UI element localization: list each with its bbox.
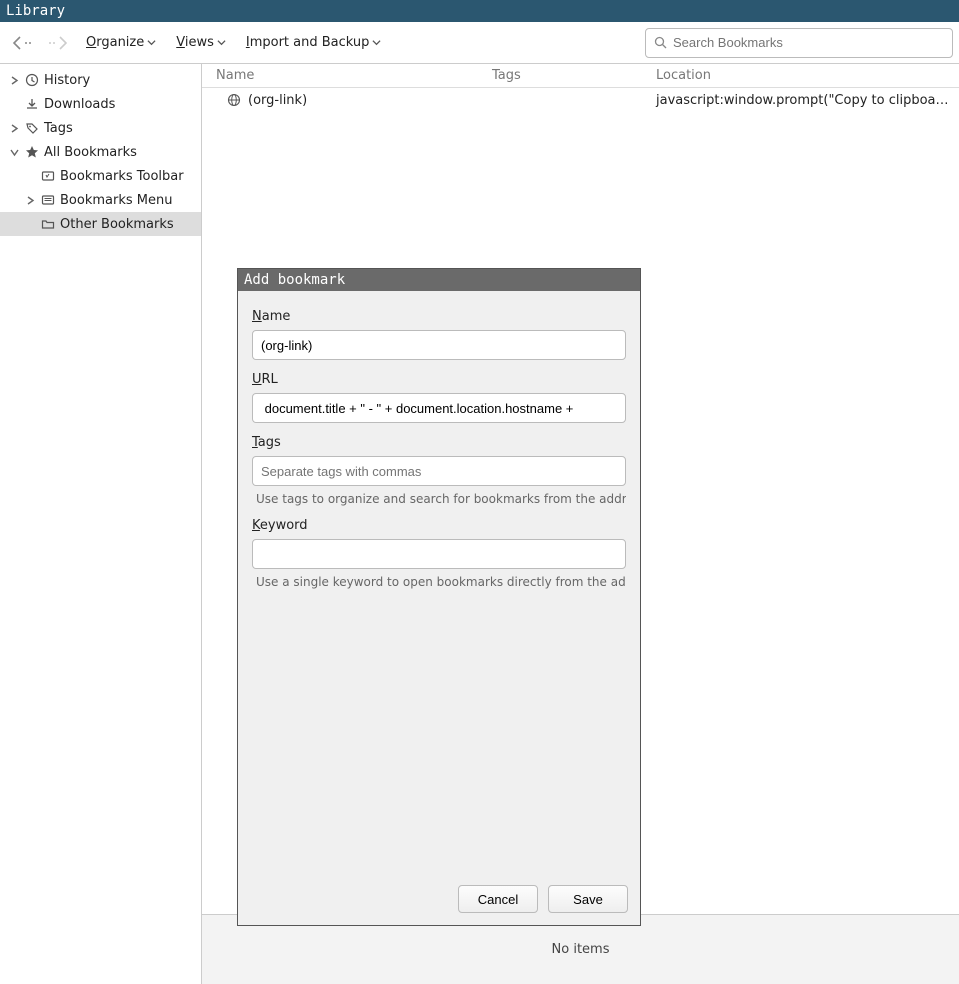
tags-field[interactable] [252,456,626,486]
clock-icon [24,72,40,88]
sidebar-item-label: Bookmarks Toolbar [60,169,184,184]
keyword-label: Keyword [252,518,626,533]
cancel-button[interactable]: Cancel [458,885,538,913]
star-icon [24,144,40,160]
tags-hint: Use tags to organize and search for book… [252,492,626,506]
sidebar-item-history[interactable]: History [0,68,201,92]
forward-button[interactable] [42,29,74,57]
search-box[interactable] [645,28,953,58]
sidebar-item-bookmarks-toolbar[interactable]: Bookmarks Toolbar [0,164,201,188]
collapse-icon[interactable] [8,148,20,157]
views-menu[interactable]: Views [168,31,234,54]
sidebar-item-label: History [44,73,90,88]
sidebar-item-tags[interactable]: Tags [0,116,201,140]
expand-icon[interactable] [8,124,20,133]
name-field[interactable] [252,330,626,360]
content-area: Name Tags Location (org-link) javascript… [202,64,959,984]
folder-icon [40,216,56,232]
window-titlebar: Library [0,0,959,22]
column-headers: Name Tags Location [202,64,959,88]
row-location: javascript:window.prompt("Copy to clipbo… [642,93,959,108]
row-name: (org-link) [248,93,307,108]
window-title: Library [6,3,65,19]
table-row[interactable]: (org-link) javascript:window.prompt("Cop… [202,88,959,112]
status-text: No items [552,942,610,957]
back-button[interactable] [6,29,38,57]
tags-label: Tags [252,435,626,450]
globe-icon [226,92,242,108]
column-header-name[interactable]: Name [202,68,492,83]
expand-icon[interactable] [24,196,36,205]
column-header-location[interactable]: Location [642,68,959,83]
sidebar-item-label: Other Bookmarks [60,217,174,232]
search-input[interactable] [673,35,944,50]
chevron-down-icon [217,38,226,47]
search-icon [654,36,667,49]
dialog-title: Add bookmark [238,269,640,291]
sidebar: History Downloads Tags All [0,64,202,984]
sidebar-item-bookmarks-menu[interactable]: Bookmarks Menu [0,188,201,212]
sidebar-item-all-bookmarks[interactable]: All Bookmarks [0,140,201,164]
add-bookmark-dialog: Add bookmark Name URL Tags Use tags to o… [237,268,641,926]
url-field[interactable] [252,393,626,423]
import-backup-menu[interactable]: Import and Backup [238,31,390,54]
chevron-down-icon [372,38,381,47]
chevron-down-icon [147,38,156,47]
expand-icon[interactable] [8,76,20,85]
organize-menu[interactable]: Organize [78,31,164,54]
sidebar-item-downloads[interactable]: Downloads [0,92,201,116]
save-button[interactable]: Save [548,885,628,913]
tags-icon [24,120,40,136]
sidebar-item-label: All Bookmarks [44,145,137,160]
download-icon [24,96,40,112]
menu-folder-icon [40,192,56,208]
sidebar-item-label: Tags [44,121,73,136]
sidebar-item-label: Bookmarks Menu [60,193,172,208]
toolbar-folder-icon [40,168,56,184]
sidebar-item-other-bookmarks[interactable]: Other Bookmarks [0,212,201,236]
keyword-hint: Use a single keyword to open bookmarks d… [252,575,626,589]
toolbar: Organize Views Import and Backup [0,22,959,64]
name-label: Name [252,309,626,324]
bookmark-list: (org-link) javascript:window.prompt("Cop… [202,88,959,914]
column-header-tags[interactable]: Tags [492,68,642,83]
sidebar-item-label: Downloads [44,97,115,112]
url-label: URL [252,372,626,387]
keyword-field[interactable] [252,539,626,569]
